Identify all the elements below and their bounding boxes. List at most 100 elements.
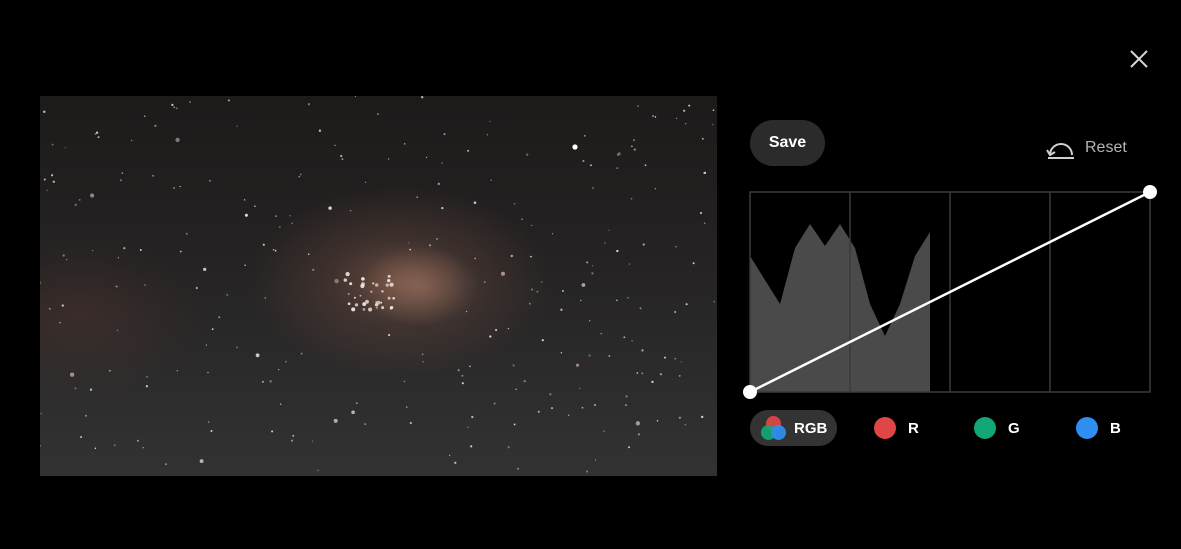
star	[521, 218, 523, 220]
star	[510, 254, 513, 258]
channel-g-label: G	[1008, 419, 1020, 437]
reset-button[interactable]: Reset	[1045, 134, 1127, 162]
star	[355, 402, 358, 405]
star	[207, 371, 209, 374]
star	[123, 247, 126, 250]
channel-rgb-button[interactable]: RGB	[750, 410, 838, 446]
star	[651, 380, 654, 384]
close-button[interactable]	[1126, 46, 1152, 72]
star	[195, 286, 198, 290]
tone-curve-graph[interactable]	[740, 182, 1160, 402]
cluster-star	[389, 305, 394, 310]
star	[95, 131, 99, 134]
star	[701, 415, 704, 419]
star	[173, 106, 176, 109]
save-button[interactable]: Save	[750, 120, 825, 166]
star	[631, 339, 633, 342]
star	[97, 136, 100, 139]
channel-b-label: B	[1110, 419, 1121, 437]
star	[64, 147, 66, 149]
star	[179, 185, 181, 188]
star	[703, 222, 706, 225]
star	[290, 439, 293, 442]
star	[136, 439, 139, 442]
star	[678, 374, 681, 377]
star-field	[40, 96, 716, 473]
star	[659, 373, 663, 376]
star	[52, 180, 55, 183]
star	[189, 101, 191, 103]
channel-selector: RGB R G B	[750, 410, 1150, 446]
star	[74, 203, 77, 206]
cluster-star	[376, 300, 381, 305]
star	[685, 303, 688, 306]
curve-white-point-handle[interactable]	[1143, 185, 1157, 199]
star	[40, 445, 41, 447]
cluster-star	[362, 308, 366, 311]
star	[603, 242, 606, 244]
star	[637, 105, 640, 108]
cluster-star	[381, 306, 385, 310]
star	[526, 153, 529, 156]
cluster-star	[353, 296, 356, 299]
star	[403, 380, 406, 383]
star	[351, 410, 355, 415]
star	[62, 254, 65, 257]
star	[210, 429, 213, 433]
cluster-star	[361, 277, 365, 281]
star	[375, 306, 378, 309]
tone-curve-editor[interactable]	[740, 182, 1160, 402]
channel-r-button[interactable]: R	[874, 410, 919, 446]
star	[328, 206, 332, 210]
cluster-star	[387, 278, 391, 283]
reset-label: Reset	[1085, 139, 1127, 156]
cluster-star	[343, 278, 347, 282]
star	[701, 137, 704, 140]
star	[635, 421, 641, 426]
cluster-star	[385, 283, 389, 287]
star	[425, 156, 428, 159]
star	[208, 179, 211, 182]
close-icon	[1130, 50, 1148, 68]
cluster-star	[368, 307, 373, 312]
green-dot-icon	[974, 417, 996, 439]
star	[90, 193, 95, 198]
star	[416, 196, 419, 199]
star	[530, 255, 532, 258]
star	[489, 120, 491, 123]
star	[493, 402, 496, 405]
star	[616, 167, 619, 170]
star	[46, 189, 48, 191]
star	[387, 158, 390, 160]
rgb-circles-icon	[760, 414, 788, 442]
star	[473, 201, 477, 205]
curve-black-point-handle[interactable]	[743, 385, 757, 399]
star	[541, 339, 544, 342]
star	[471, 415, 474, 419]
star	[300, 352, 303, 355]
star	[685, 122, 687, 125]
star	[299, 173, 302, 176]
star	[211, 328, 214, 331]
star	[185, 232, 188, 235]
star	[628, 263, 631, 265]
star	[441, 162, 443, 164]
star	[549, 393, 552, 396]
star	[279, 403, 282, 405]
star	[227, 99, 230, 102]
star	[152, 175, 154, 177]
star	[582, 159, 585, 163]
star	[600, 332, 602, 335]
star	[51, 174, 54, 177]
channel-b-button[interactable]: B	[1076, 410, 1121, 446]
star	[261, 380, 264, 383]
star	[307, 103, 311, 106]
star	[317, 469, 319, 472]
star	[461, 374, 464, 377]
star	[616, 249, 619, 253]
star	[154, 124, 157, 127]
channel-g-button[interactable]: G	[974, 410, 1020, 446]
star	[226, 293, 229, 296]
cluster-star	[387, 274, 391, 278]
cluster-star	[387, 296, 391, 300]
